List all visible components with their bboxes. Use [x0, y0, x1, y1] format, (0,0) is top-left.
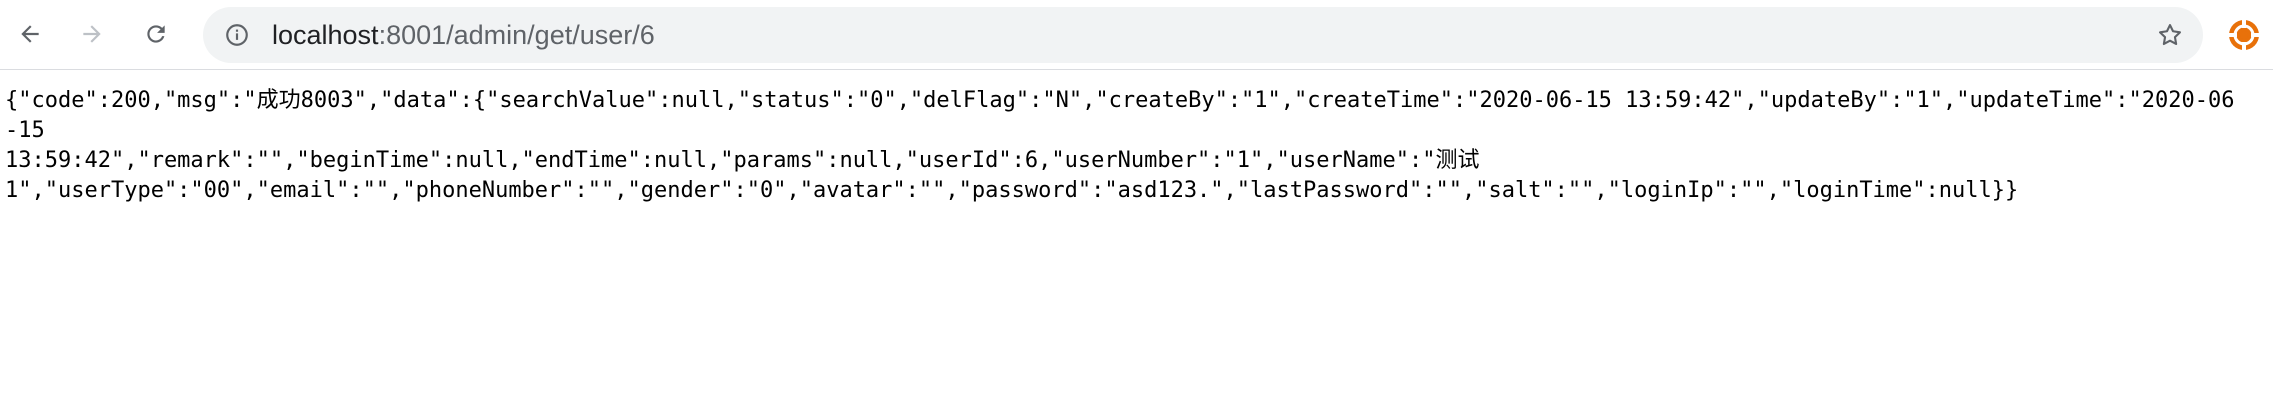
forward-button[interactable]: [72, 14, 112, 54]
bookmark-button[interactable]: [2155, 20, 2185, 50]
url-path: :8001/admin/get/user/6: [378, 20, 655, 50]
json-response-body: {"code":200,"msg":"成功8003","data":{"sear…: [5, 86, 2245, 206]
reload-button[interactable]: [136, 14, 176, 54]
json-text-line: {"code":200,"msg":"成功8003","data":{"sear…: [5, 88, 2235, 143]
extension-icon: [2229, 20, 2259, 50]
url-text[interactable]: localhost:8001/admin/get/user/6: [272, 7, 655, 63]
browser-toolbar: localhost:8001/admin/get/user/6: [0, 0, 2273, 70]
extension-button[interactable]: [2228, 19, 2260, 51]
json-text-line: 13:59:42","remark":"","beginTime":null,"…: [5, 148, 1480, 173]
back-button[interactable]: [10, 14, 50, 54]
url-host: localhost: [272, 20, 379, 50]
json-text-line: 1","userType":"00","email":"","phoneNumb…: [5, 178, 2019, 203]
star-icon: [2159, 24, 2181, 46]
site-info-button[interactable]: [223, 21, 251, 49]
arrow-left-icon: [21, 25, 39, 43]
reload-icon: [147, 25, 165, 43]
info-icon: [226, 24, 248, 46]
address-bar[interactable]: localhost:8001/admin/get/user/6: [203, 7, 2203, 63]
arrow-right-icon: [83, 25, 101, 43]
